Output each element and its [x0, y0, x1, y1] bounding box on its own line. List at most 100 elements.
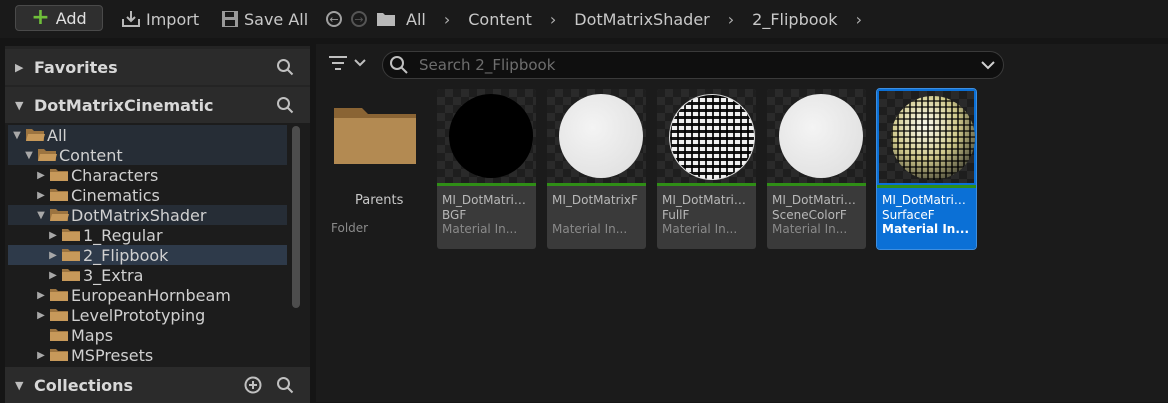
import-button[interactable]: Import	[121, 7, 199, 31]
chevron-right-icon[interactable]: ▶	[47, 270, 59, 281]
save-all-button[interactable]: Save All	[221, 7, 308, 31]
tree-item[interactable]: ▶ Characters	[8, 165, 287, 185]
search-icon[interactable]	[276, 96, 294, 114]
tree-item[interactable]: ▶ 1_Regular	[8, 225, 287, 245]
chevron-down-icon[interactable]: ▼	[23, 150, 35, 161]
search-icon	[390, 56, 408, 74]
add-button[interactable]: + Add	[15, 5, 103, 31]
chevron-right-icon[interactable]: ▶	[35, 170, 47, 181]
asset-thumbnail	[767, 89, 866, 183]
asset-tile[interactable]: MI_DotMatrix... SurfaceF Material In...	[876, 88, 977, 250]
asset-type-bar	[437, 183, 536, 186]
asset-name: MI_DotMatrix...	[772, 193, 862, 207]
tree-item[interactable]: ▶ 2_Flipbook	[8, 245, 287, 265]
folder-open-icon	[50, 209, 69, 221]
tree-item[interactable]: ▶ EuropeanHornbeam	[8, 285, 287, 305]
search-icon[interactable]	[276, 58, 294, 76]
search-icon[interactable]	[276, 376, 294, 394]
tree-item[interactable]: Maps	[8, 325, 287, 345]
breadcrumb-item[interactable]: All	[406, 10, 426, 29]
breadcrumb-item[interactable]: Content	[468, 10, 532, 29]
search-input[interactable]	[417, 55, 961, 75]
material-sphere	[891, 96, 975, 180]
chevron-right-icon[interactable]: ▶	[47, 250, 59, 261]
chevron-right-icon[interactable]: ›	[550, 10, 556, 29]
folder-tree: ▼ All ▼ Content ▶ Characters ▶ Cinematics ▼ DotMa…	[5, 123, 310, 369]
asset-tile[interactable]: MI_DotMatrix... SceneColorF Material In...	[767, 89, 866, 249]
save-all-button-label: Save All	[244, 9, 309, 29]
chevron-right-icon[interactable]: ▶	[35, 190, 47, 201]
tree-item-label: EuropeanHornbeam	[71, 285, 231, 305]
folder-icon	[62, 269, 80, 281]
folder-icon	[50, 309, 68, 321]
plus-icon: +	[31, 5, 50, 30]
favorites-label: Favorites	[34, 57, 118, 77]
chevron-right-icon[interactable]: ▶	[35, 310, 47, 321]
breadcrumb: ← → All › Content › DotMatrixShader › 2_…	[326, 7, 880, 31]
asset-thumbnail	[657, 89, 756, 183]
asset-tile[interactable]: MI_DotMatrixF Material In...	[547, 89, 646, 249]
tree-item[interactable]: ▼ All	[8, 125, 287, 145]
content-browser-toolbar: + Add Import Save All ← → All › Content …	[0, 0, 1168, 38]
project-header[interactable]: ▼ DotMatrixCinematic	[5, 87, 310, 123]
chevron-right-icon[interactable]: ›	[728, 10, 734, 29]
collections-header[interactable]: ▼ Collections	[5, 367, 310, 403]
chevron-down-icon[interactable]: ▼	[15, 99, 25, 112]
tree-item-label: Cinematics	[71, 185, 160, 205]
tree-item[interactable]: ▼ Content	[8, 145, 287, 165]
asset-name-suffix: BGF	[442, 208, 467, 222]
tree-item[interactable]: ▶ MSPresets	[8, 345, 287, 365]
tree-item[interactable]: ▶ 3_Extra	[8, 265, 287, 285]
sources-panel: ▶ Favorites ▼ DotMatrixCinematic ▼ All ▼ Co…	[5, 46, 310, 403]
chevron-down-icon[interactable]: ▼	[15, 379, 25, 392]
back-arrow-icon[interactable]: ←	[326, 11, 342, 27]
breadcrumb-item[interactable]: DotMatrixShader	[574, 10, 709, 29]
asset-type-bar	[657, 183, 756, 186]
chevron-right-icon[interactable]: ›	[444, 10, 450, 29]
folder-type: Folder	[331, 221, 369, 235]
tree-item[interactable]: ▼ DotMatrixShader	[8, 205, 287, 225]
import-button-label: Import	[146, 9, 200, 29]
tree-item-label: Characters	[71, 165, 159, 185]
chevron-right-icon[interactable]: ▶	[35, 290, 47, 301]
asset-name-suffix: SceneColorF	[772, 208, 847, 222]
material-sphere	[449, 94, 533, 178]
collections-label: Collections	[34, 375, 134, 395]
filter-button[interactable]	[328, 55, 366, 71]
tree-scrollbar[interactable]	[292, 126, 300, 308]
tree-item[interactable]: ▶ Cinematics	[8, 185, 287, 205]
asset-name: MI_DotMatrix...	[442, 193, 532, 207]
chevron-right-icon[interactable]: ▶	[15, 61, 25, 74]
breadcrumb-item[interactable]: 2_Flipbook	[752, 10, 837, 29]
asset-name: MI_DotMatrix...	[662, 193, 752, 207]
chevron-down-icon[interactable]: ▼	[35, 210, 47, 221]
favorites-header[interactable]: ▶ Favorites	[5, 49, 310, 85]
chevron-down-icon[interactable]: ▼	[11, 130, 23, 141]
add-circle-icon[interactable]	[244, 376, 262, 394]
import-icon	[122, 11, 140, 27]
save-icon	[222, 11, 238, 27]
asset-thumbnail	[437, 89, 536, 183]
folder-icon	[50, 289, 68, 301]
material-sphere	[779, 94, 863, 178]
chevron-right-icon[interactable]: ▶	[35, 350, 47, 361]
asset-tile[interactable]: MI_DotMatrix... BGF Material In...	[437, 89, 536, 249]
tree-item-label: DotMatrixShader	[71, 205, 207, 225]
forward-arrow-icon[interactable]: →	[351, 11, 367, 27]
asset-type: Material In...	[442, 222, 518, 236]
asset-name-suffix: FullF	[662, 208, 690, 222]
tree-item-label: 2_Flipbook	[83, 245, 169, 265]
folder-open-icon	[26, 129, 45, 141]
asset-search-bar[interactable]	[382, 51, 1004, 79]
tree-item[interactable]: ▶ LevelPrototyping	[8, 305, 287, 325]
folder-icon	[50, 329, 68, 341]
chevron-down-icon[interactable]	[981, 60, 995, 70]
asset-name: MI_DotMatrix...	[882, 193, 972, 207]
chevron-right-icon[interactable]: ▶	[47, 230, 59, 241]
tree-item-label: MSPresets	[71, 345, 154, 365]
tree-item-label: Content	[59, 145, 123, 165]
asset-tile[interactable]: MI_DotMatrix... FullF Material In...	[657, 89, 756, 249]
folder-tile-parents[interactable]: Parents Folder	[330, 96, 420, 246]
tree-item-label: 1_Regular	[83, 225, 163, 245]
chevron-right-icon[interactable]: ›	[856, 10, 862, 29]
